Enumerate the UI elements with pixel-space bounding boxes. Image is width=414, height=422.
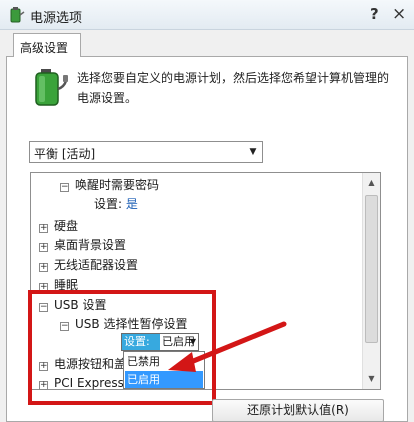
annotation-arrow-icon xyxy=(168,321,287,372)
restore-defaults-button[interactable]: 还原计划默认值(R) xyxy=(212,399,384,422)
